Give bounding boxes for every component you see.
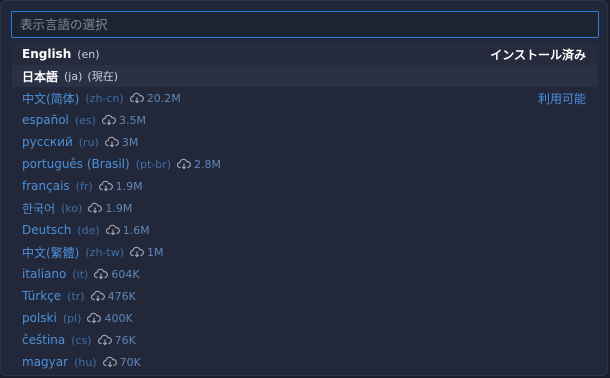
language-code: (zh-cn) xyxy=(85,91,124,105)
installed-badge: インストール済み xyxy=(490,47,586,62)
language-code: (ja) xyxy=(64,69,83,83)
language-name: 中文(繁體) xyxy=(22,245,80,260)
language-name: 中文(简体) xyxy=(22,91,80,106)
language-name: English xyxy=(22,47,72,61)
cloud-download-icon xyxy=(94,267,109,281)
download-size: 70K xyxy=(119,355,141,369)
language-code: (es) xyxy=(74,113,96,127)
download-size: 1.6M xyxy=(122,223,150,237)
language-name: français xyxy=(22,179,70,193)
language-code: (de) xyxy=(77,223,100,237)
download-size: 476K xyxy=(107,289,136,303)
language-option-available[interactable]: čeština (cs) 76K xyxy=(12,329,598,351)
language-code: (ru) xyxy=(78,135,99,149)
language-option-ja[interactable]: 日本語 (ja) (現在) xyxy=(12,65,598,87)
language-name: italiano xyxy=(22,267,67,281)
download-size: 1.9M xyxy=(105,201,133,215)
language-name: Deutsch xyxy=(22,223,72,237)
language-option-available[interactable]: русский (ru) 3M xyxy=(12,131,598,153)
download-size: 3.5M xyxy=(118,113,146,127)
language-code: (pl) xyxy=(62,311,82,325)
language-code: (fr) xyxy=(75,179,93,193)
download-size: 400K xyxy=(104,311,133,325)
download-size: 604K xyxy=(111,267,140,281)
language-name: español xyxy=(22,113,69,127)
download-size: 20.2M xyxy=(146,91,181,105)
language-code: (tr) xyxy=(67,289,85,303)
cloud-download-icon xyxy=(98,179,113,193)
download-size: 1.9M xyxy=(115,179,143,193)
language-name: polski xyxy=(22,311,57,325)
language-option-available[interactable]: Deutsch (de) 1.6M xyxy=(12,219,598,241)
language-name: magyar xyxy=(22,355,69,369)
current-indicator: (現在) xyxy=(87,70,118,83)
cloud-download-icon xyxy=(105,223,120,237)
language-option-available[interactable]: français (fr) 1.9M xyxy=(12,175,598,197)
language-name: português (Brasil) xyxy=(22,157,130,171)
search-box[interactable] xyxy=(11,11,599,38)
language-option-en[interactable]: English (en) インストール済み xyxy=(12,43,598,65)
cloud-download-icon xyxy=(97,333,112,347)
language-code: (cs) xyxy=(71,333,92,347)
language-option-available[interactable]: italiano (it) 604K xyxy=(12,263,598,285)
language-name: čeština xyxy=(22,333,66,347)
language-option-available[interactable]: 한국어 (ko) 1.9M xyxy=(12,197,598,219)
cloud-download-icon xyxy=(104,135,119,149)
language-option-available[interactable]: Türkçe (tr) 476K xyxy=(12,285,598,307)
cloud-download-icon xyxy=(101,113,116,127)
language-name: 日本語 xyxy=(22,69,59,84)
language-search-input[interactable] xyxy=(20,17,590,32)
download-size: 1M xyxy=(146,245,164,259)
cloud-download-icon xyxy=(129,245,144,259)
cloud-download-icon xyxy=(177,157,191,171)
available-badge: 利用可能 xyxy=(537,91,586,106)
language-name: Türkçe xyxy=(22,289,62,303)
language-option-available[interactable]: polski (pl) 400K xyxy=(12,307,598,329)
language-name: 한국어 xyxy=(22,201,56,216)
language-option-available[interactable]: español (es) 3.5M xyxy=(12,109,598,131)
cloud-download-icon xyxy=(102,355,117,369)
language-code: (it) xyxy=(72,267,89,281)
language-code: (zh-tw) xyxy=(85,245,124,259)
language-name: русский xyxy=(22,135,73,149)
download-size: 76K xyxy=(114,333,136,347)
cloud-download-icon xyxy=(88,201,103,215)
language-code: (ko) xyxy=(61,201,83,215)
cloud-download-icon xyxy=(129,91,144,105)
cloud-download-icon xyxy=(87,311,102,325)
download-size: 3M xyxy=(121,135,139,149)
language-code: (hu) xyxy=(74,355,97,369)
language-picker-panel: English (en) インストール済み 日本語 (ja) (現在) 中文(简… xyxy=(0,0,608,376)
language-code: (en) xyxy=(77,47,100,61)
language-option-available[interactable]: magyar (hu) 70K xyxy=(12,351,598,373)
language-option-available[interactable]: 中文(繁體) (zh-tw) 1M xyxy=(12,241,598,263)
download-size: 2.8M xyxy=(194,157,222,171)
language-option-available[interactable]: português (Brasil) (pt-br) 2.8M xyxy=(12,153,598,175)
language-code: (pt-br) xyxy=(135,157,172,171)
language-option-available[interactable]: 中文(简体) (zh-cn) 20.2M 利用可能 xyxy=(12,87,598,109)
cloud-download-icon xyxy=(90,289,105,303)
